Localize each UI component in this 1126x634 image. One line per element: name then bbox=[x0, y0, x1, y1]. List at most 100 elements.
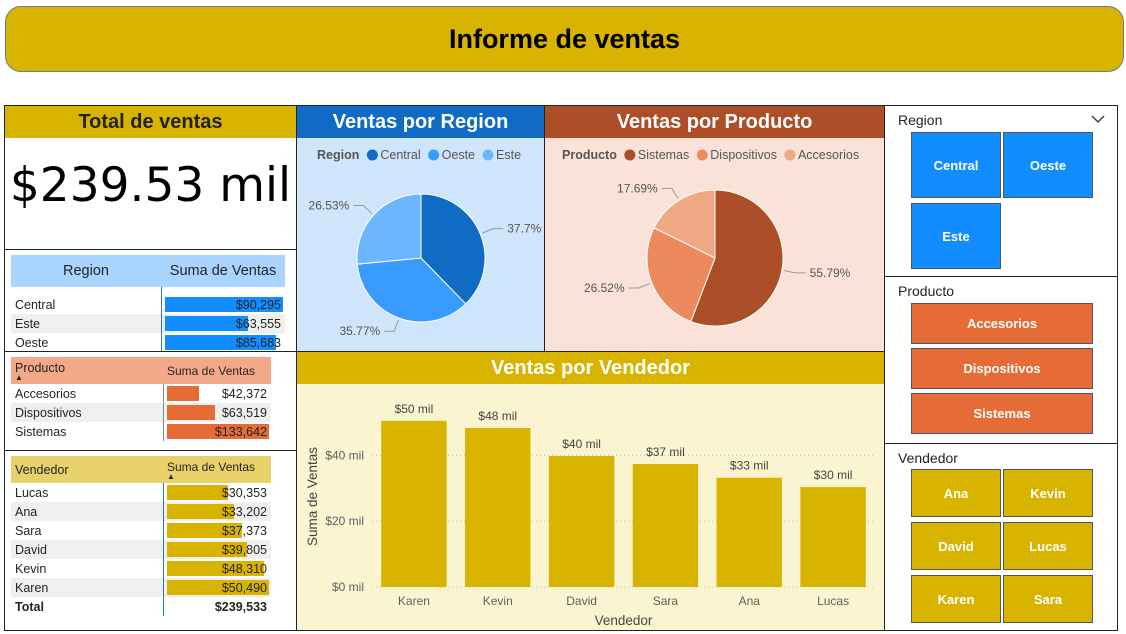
producto-slicer-title: Producto bbox=[898, 283, 955, 299]
slicer-tile-david[interactable]: David bbox=[911, 522, 1001, 570]
vendedor-col-header[interactable]: Vendedor bbox=[11, 456, 163, 483]
slice-data-label: 17.69% bbox=[617, 181, 658, 195]
row-bar bbox=[166, 386, 199, 401]
table-row[interactable]: Dispositivos $63,519 bbox=[11, 403, 271, 422]
bar-data-label: $48 mil bbox=[478, 409, 517, 423]
bar bbox=[800, 487, 866, 587]
slice-leader-line bbox=[384, 319, 399, 332]
table-row[interactable]: Oeste $85,683 bbox=[11, 333, 285, 351]
row-bar bbox=[166, 405, 215, 420]
table-row[interactable]: Kevin $48,310 bbox=[11, 559, 271, 578]
slicer-tile-sara[interactable]: Sara bbox=[1003, 575, 1093, 623]
producto-pie-visual[interactable]: Ventas por Producto Producto Sistemas Disp… bbox=[544, 105, 885, 352]
x-tick-label: Karen bbox=[398, 594, 430, 608]
slice-data-label: 55.79% bbox=[810, 266, 851, 280]
row-value: $48,310 bbox=[162, 559, 271, 578]
y-tick-label: $20 mil bbox=[325, 514, 364, 528]
slice-data-label: 35.77% bbox=[339, 324, 380, 338]
slicer-tile-kevin[interactable]: Kevin bbox=[1003, 469, 1093, 517]
vendedor-slicer[interactable]: Vendedor Ana Kevin David Lucas Karen Sar… bbox=[884, 443, 1118, 631]
region-table-visual[interactable]: Region Suma de Ventas Central $90,295 Est… bbox=[4, 249, 297, 352]
bar bbox=[632, 464, 699, 587]
legend-marker bbox=[482, 149, 494, 161]
row-value: $39,805 bbox=[162, 540, 271, 559]
sort-up-icon[interactable]: ▲ bbox=[15, 373, 159, 381]
pie-slice bbox=[356, 193, 422, 265]
total-sales-card[interactable]: Total de ventas $239.53 mil bbox=[4, 105, 297, 250]
slice-leader-line bbox=[353, 205, 373, 214]
vendedor-bar-visual[interactable]: Ventas por Vendedor $0 mil $20 mil $40 mil… bbox=[296, 351, 885, 631]
row-value: $37,373 bbox=[162, 521, 271, 540]
row-bar bbox=[166, 485, 228, 500]
table-row[interactable]: Lucas $30,353 bbox=[11, 483, 271, 502]
slicer-tile-lucas[interactable]: Lucas bbox=[1003, 522, 1093, 570]
producto-table: Producto ▲ Suma de Ventas Accesorios $42,3… bbox=[11, 357, 271, 441]
slice-leader-line bbox=[661, 187, 679, 199]
vendedor-sales-col-header[interactable]: Suma de Ventas ▲ bbox=[163, 456, 271, 483]
vendedor-bar-chart: $0 mil $20 mil $40 mil $50 mil Karen $48 mil K… bbox=[305, 402, 875, 628]
legend-item: Oeste bbox=[442, 148, 475, 162]
slice-data-label: 26.52% bbox=[584, 281, 625, 295]
row-value: $30,353 bbox=[162, 483, 271, 502]
region-pie-chart: Region Central Oeste Este 37.7% 35.77% 26.53% bbox=[309, 148, 542, 338]
bar bbox=[548, 456, 615, 587]
region-sales-col-header[interactable]: Suma de Ventas bbox=[161, 255, 285, 287]
table-row[interactable]: Sistemas $133,642 bbox=[11, 422, 271, 441]
legend-item: Sistemas bbox=[638, 148, 689, 162]
legend-marker bbox=[784, 149, 796, 161]
producto-sales-col-header[interactable]: Suma de Ventas bbox=[163, 357, 271, 384]
total-sales-title: Total de ventas bbox=[5, 106, 296, 138]
chevron-down-icon[interactable] bbox=[1091, 114, 1105, 124]
producto-col-header[interactable]: Producto ▲ bbox=[11, 357, 163, 384]
slicer-tile-accesorios[interactable]: Accesorios bbox=[911, 303, 1093, 344]
bar-data-label: $40 mil bbox=[562, 437, 601, 451]
producto-table-visual[interactable]: Producto ▲ Suma de Ventas Accesorios $42,3… bbox=[4, 351, 297, 451]
table-row[interactable]: Karen $50,490 bbox=[11, 578, 271, 597]
legend-item: Este bbox=[496, 148, 521, 162]
legend-item: Central bbox=[380, 148, 420, 162]
slicer-tile-sistemas[interactable]: Sistemas bbox=[911, 393, 1093, 434]
producto-pie-chart: Producto Sistemas Dispositivos Accesorios 55… bbox=[562, 148, 859, 327]
sort-up-icon[interactable]: ▲ bbox=[167, 472, 267, 480]
pie-chart-region: Region Central Oeste Este 37.7% 35.77% 26.53% bbox=[309, 148, 542, 338]
y-tick-label: $0 mil bbox=[332, 580, 364, 594]
row-label: Este bbox=[11, 314, 161, 333]
row-label: Dispositivos bbox=[11, 403, 163, 422]
region-slicer[interactable]: Region Central Oeste Este bbox=[884, 105, 1118, 277]
table-row[interactable]: Ana $33,202 bbox=[11, 502, 271, 521]
region-pie-visual[interactable]: Ventas por Region Region Central Oeste Este… bbox=[296, 105, 545, 352]
region-table: Region Suma de Ventas Central $90,295 Est… bbox=[11, 255, 285, 351]
table-row[interactable]: Accesorios $42,372 bbox=[11, 384, 271, 403]
region-col-header[interactable]: Region bbox=[11, 255, 161, 287]
table-row[interactable]: Sara $37,373 bbox=[11, 521, 271, 540]
slicer-tile-karen[interactable]: Karen bbox=[911, 575, 1001, 623]
table-row[interactable]: David $39,805 bbox=[11, 540, 271, 559]
slice-data-label: 37.7% bbox=[507, 222, 541, 236]
producto-slicer[interactable]: Producto Accesorios Dispositivos Sistema… bbox=[884, 276, 1118, 444]
bar-data-label: $37 mil bbox=[646, 445, 685, 459]
vendedor-slicer-title: Vendedor bbox=[898, 450, 958, 466]
slicer-tile-oeste[interactable]: Oeste bbox=[1003, 132, 1093, 198]
slice-data-label: 26.53% bbox=[309, 199, 350, 213]
legend-item: Accesorios bbox=[798, 148, 859, 162]
producto-pie-title: Ventas por Producto bbox=[545, 106, 884, 138]
bar bbox=[716, 477, 782, 587]
slicer-tile-central[interactable]: Central bbox=[911, 132, 1001, 198]
x-tick-label: David bbox=[566, 594, 597, 608]
total-value: $239,533 bbox=[162, 597, 271, 616]
row-label: Oeste bbox=[15, 335, 49, 350]
row-value: $63,555 bbox=[160, 314, 285, 333]
slicer-tile-este[interactable]: Este bbox=[911, 203, 1001, 269]
report-title-banner: Informe de ventas bbox=[5, 6, 1124, 72]
bar bbox=[465, 428, 531, 587]
table-row[interactable]: Este $63,555 bbox=[11, 314, 285, 333]
table-row[interactable] bbox=[11, 287, 285, 295]
row-value: $90,295 bbox=[160, 295, 285, 314]
vendedor-table-visual[interactable]: Vendedor Suma de Ventas ▲ Lucas $30,353 An… bbox=[4, 450, 297, 631]
x-tick-label: Lucas bbox=[817, 594, 849, 608]
table-row[interactable]: Central $90,295 bbox=[11, 295, 285, 314]
slicer-tile-dispositivos[interactable]: Dispositivos bbox=[911, 348, 1093, 389]
row-label: Kevin bbox=[15, 561, 47, 576]
slicer-tile-ana[interactable]: Ana bbox=[911, 469, 1001, 517]
bar-data-label: $33 mil bbox=[730, 459, 769, 473]
